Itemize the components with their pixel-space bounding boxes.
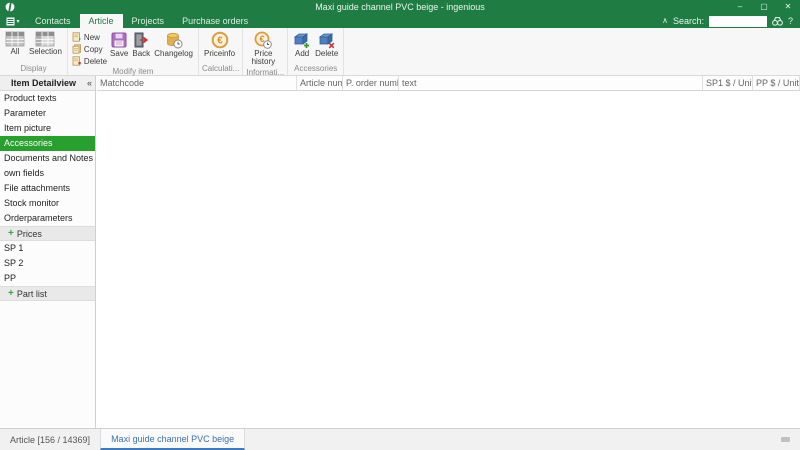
sidebar-header: Item Detailview « — [0, 76, 95, 91]
accessory-delete-button[interactable]: Delete — [313, 30, 340, 59]
sidebar-item-item-picture[interactable]: Item picture — [0, 121, 95, 136]
column-header-p-order-number[interactable]: P. order number — [343, 76, 399, 90]
column-header-article-number[interactable]: Article number — [297, 76, 343, 90]
back-button[interactable]: Back — [130, 30, 152, 59]
app-menu-icon — [6, 17, 15, 25]
app-menu-button[interactable]: ▾ — [0, 14, 26, 28]
save-icon — [111, 32, 127, 48]
sidebar-title: Item Detailview — [10, 78, 76, 88]
tab-article[interactable]: Article — [79, 14, 123, 28]
copy-button[interactable]: Copy — [71, 43, 108, 55]
accessories-table: Matchcode Article number P. order number… — [97, 76, 800, 428]
sidebar-collapse-icon[interactable]: « — [87, 78, 95, 88]
expand-plus-icon: + — [8, 227, 14, 239]
all-button[interactable]: All — [3, 30, 27, 57]
price-history-button[interactable]: € Price history — [246, 30, 280, 68]
minimize-button[interactable]: – — [728, 0, 752, 14]
item-detailview-sidebar: Item Detailview « Product texts Paramete… — [0, 76, 96, 428]
column-header-matchcode[interactable]: Matchcode — [97, 76, 297, 90]
ribbon-group-calculation: € Priceinfo Calculati... — [199, 28, 244, 75]
collapse-ribbon-icon[interactable]: ∧ — [662, 14, 668, 28]
euro-clock-icon: € — [254, 31, 273, 49]
menu-tab-row: ▾ Contacts Article Projects Purchase ord… — [0, 14, 800, 28]
ribbon-group-accessories: Add Delete Accessories — [288, 28, 345, 75]
search-area: ∧ Search: ? — [662, 14, 800, 28]
selection-button[interactable]: Selection — [27, 30, 64, 57]
sidebar-item-sp1[interactable]: SP 1 — [0, 241, 95, 256]
footer-tab-bar: Article [156 / 14369] Maxi guide channel… — [0, 428, 800, 450]
tab-contacts[interactable]: Contacts — [26, 14, 80, 28]
new-button[interactable]: New — [71, 31, 108, 43]
ribbon-group-display: All Selection Display — [0, 28, 68, 75]
priceinfo-button[interactable]: € Priceinfo — [202, 30, 237, 59]
window-title: Maxi guide channel PVC beige - ingenious — [315, 2, 485, 12]
changelog-button[interactable]: Changelog — [152, 30, 195, 59]
footer-tab-article-list[interactable]: Article [156 / 14369] — [0, 429, 100, 450]
sidebar-item-stock-monitor[interactable]: Stock monitor — [0, 196, 95, 211]
tab-overflow-icon[interactable] — [781, 437, 790, 442]
accessory-add-icon — [293, 33, 310, 48]
table-body-empty — [97, 91, 800, 428]
delete-button[interactable]: Delete — [71, 55, 108, 67]
accessory-add-button[interactable]: Add — [291, 30, 313, 59]
footer-tab-active-item[interactable]: Maxi guide channel PVC beige — [100, 429, 246, 450]
ribbon-group-information: € Price history Informati... — [243, 28, 289, 77]
ribbon-group-label-display: Display — [20, 64, 47, 73]
app-logo-icon — [5, 2, 15, 12]
save-button[interactable]: Save — [108, 30, 130, 59]
tab-purchase-orders[interactable]: Purchase orders — [173, 14, 257, 28]
ribbon-group-label-calculation: Calculati... — [201, 64, 240, 73]
delete-item-icon — [72, 56, 81, 66]
sidebar-item-orderparameters[interactable]: Orderparameters — [0, 211, 95, 226]
ribbon-group-modify-item: New Copy Delete Save Back Changelog Modi… — [68, 28, 199, 76]
title-bar: Maxi guide channel PVC beige - ingenious… — [0, 0, 800, 14]
binoculars-icon[interactable] — [772, 16, 783, 26]
sidebar-item-sp2[interactable]: SP 2 — [0, 256, 95, 271]
expand-plus-icon: + — [8, 287, 14, 299]
table-selection-icon — [36, 31, 55, 47]
sidebar-group-part-list[interactable]: + Part list — [0, 286, 95, 301]
sidebar-item-parameter[interactable]: Parameter — [0, 106, 95, 121]
svg-text:€: € — [217, 35, 223, 46]
sidebar-item-file-attachments[interactable]: File attachments — [0, 181, 95, 196]
sidebar-item-product-texts[interactable]: Product texts — [0, 91, 95, 106]
sidebar-item-accessories[interactable]: Accessories — [0, 136, 95, 151]
ribbon-group-label-accessories: Accessories — [294, 64, 338, 73]
back-door-icon — [134, 32, 149, 48]
sidebar-item-own-fields[interactable]: own fields — [0, 166, 95, 181]
maximize-button[interactable]: ▢ — [752, 0, 776, 14]
table-all-icon — [5, 31, 25, 47]
euro-coin-icon: € — [211, 31, 228, 49]
column-header-text[interactable]: text — [399, 76, 703, 90]
tab-projects[interactable]: Projects — [123, 14, 174, 28]
accessory-delete-icon — [318, 33, 335, 49]
close-button[interactable]: ✕ — [776, 0, 800, 14]
column-header-pp-unit[interactable]: PP $ / Unit — [753, 76, 800, 90]
help-icon[interactable]: ? — [788, 16, 793, 26]
ribbon: All Selection Display New Copy Delete Sa… — [0, 28, 800, 77]
search-input[interactable] — [708, 15, 767, 27]
changelog-icon — [166, 32, 183, 49]
column-header-sp1-unit[interactable]: SP1 $ / Unit — [703, 76, 753, 90]
table-header-row: Matchcode Article number P. order number… — [97, 76, 800, 91]
copy-item-icon — [72, 44, 81, 54]
new-item-icon — [72, 32, 81, 42]
sidebar-group-prices[interactable]: + Prices — [0, 226, 95, 241]
search-label: Search: — [672, 16, 704, 26]
sidebar-item-pp[interactable]: PP — [0, 271, 95, 286]
sidebar-item-documents-and-notes[interactable]: Documents and Notes — [0, 151, 95, 166]
